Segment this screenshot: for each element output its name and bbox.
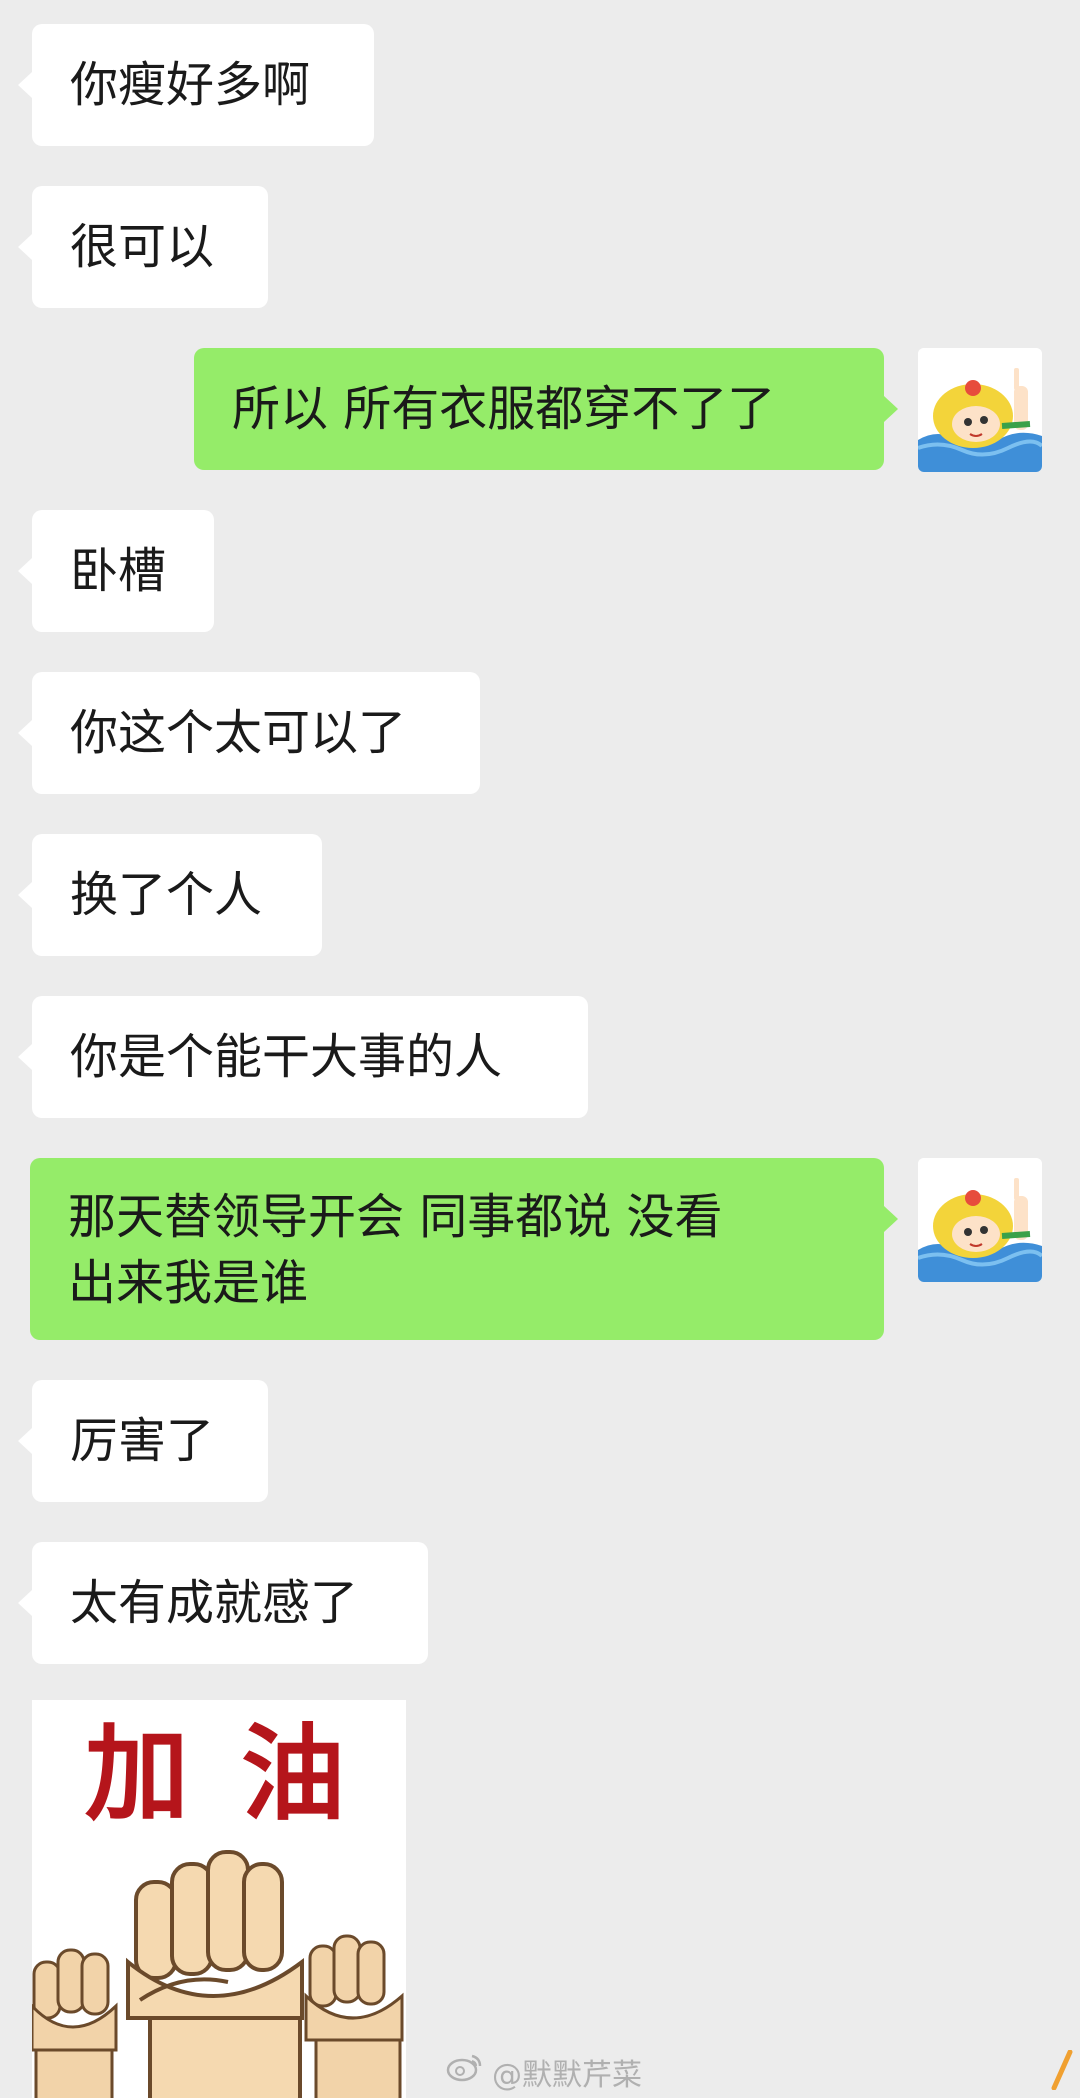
bubble-tail — [18, 1044, 32, 1070]
bubble-tail — [18, 1590, 32, 1616]
bubble-tail — [884, 1206, 898, 1232]
corner-stroke-icon — [1051, 2050, 1073, 2090]
bubble-tail — [18, 72, 32, 98]
message-text: 你瘦好多啊 — [70, 57, 311, 113]
message-text: 卧槽 — [70, 543, 167, 599]
message-bubble[interactable]: 换了个人 — [32, 834, 322, 956]
message-text: 厉害了 — [70, 1413, 215, 1469]
message-bubble[interactable]: 你是个能干大事的人 — [32, 996, 588, 1118]
bubble-tail — [884, 396, 898, 422]
message-text: 你是个能干大事的人 — [70, 1029, 503, 1085]
message-bubble[interactable]: 所以 所有衣服都穿不了了 — [194, 348, 884, 470]
message-bubble[interactable]: 很可以 — [32, 186, 268, 308]
bubble-tail — [18, 558, 32, 584]
message-text: 那天替领导开会 同事都说 没看 — [68, 1189, 723, 1245]
message-text-line-2: 出来我是谁 — [68, 1255, 309, 1311]
message-bubble[interactable]: 那天替领导开会 同事都说 没看 出来我是谁 — [30, 1158, 884, 1340]
raised-fists-icon — [32, 1850, 404, 2098]
message-text: 所以 所有衣服都穿不了了 — [232, 381, 776, 437]
message-bubble[interactable]: 你这个太可以了 — [32, 672, 480, 794]
message-bubble[interactable]: 卧槽 — [32, 510, 214, 632]
message-bubble[interactable]: 太有成就感了 — [32, 1542, 428, 1664]
avatar[interactable] — [918, 1158, 1042, 1282]
watermark-text: @默默芹菜 — [492, 2058, 642, 2093]
message-bubble[interactable]: 厉害了 — [32, 1380, 268, 1502]
bubble-tail — [18, 234, 32, 260]
cartoon-girl-swimming-avatar-icon — [918, 1158, 1042, 1282]
weibo-icon — [446, 2054, 482, 2082]
sticker-message[interactable]: 加 油 — [32, 1700, 406, 2098]
message-bubble[interactable]: 你瘦好多啊 — [32, 24, 374, 146]
cartoon-girl-swimming-avatar-icon — [918, 348, 1042, 472]
bubble-tail — [18, 882, 32, 908]
message-text: 很可以 — [70, 219, 215, 275]
bubble-tail — [18, 720, 32, 746]
avatar[interactable] — [918, 348, 1042, 472]
message-text: 换了个人 — [70, 867, 263, 923]
message-text: 太有成就感了 — [70, 1575, 359, 1631]
message-text: 你这个太可以了 — [70, 705, 407, 761]
bubble-tail — [18, 1428, 32, 1454]
